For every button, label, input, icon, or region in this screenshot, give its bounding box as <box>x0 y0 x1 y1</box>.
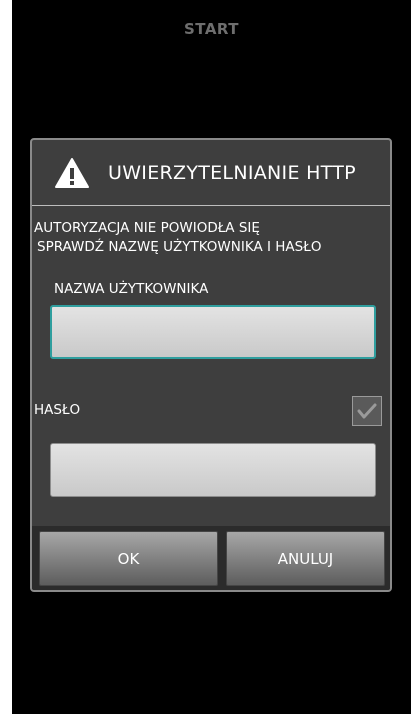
dialog-header: UWIERZYTELNIANIE HTTP <box>32 140 390 206</box>
warning-icon <box>55 157 89 188</box>
show-password-checkbox[interactable] <box>352 396 382 426</box>
screen-title: START <box>183 20 240 38</box>
cancel-button[interactable]: ANULUJ <box>226 531 385 586</box>
password-input[interactable] <box>50 443 376 497</box>
password-label: HASŁO <box>34 402 81 418</box>
ok-button[interactable]: OK <box>39 531 218 586</box>
username-input[interactable] <box>50 305 376 359</box>
error-message-line-2: SPRAWDŹ NAZWĘ UŻYTKOWNIKA I HASŁO <box>37 239 322 255</box>
checkmark-icon <box>357 403 377 419</box>
error-message-line-1: AUTORYZACJA NIE POWIODŁA SIĘ <box>34 220 260 236</box>
username-label: NAZWA UŻYTKOWNIKA <box>54 281 209 297</box>
dialog-button-bar: OK ANULUJ <box>32 526 390 590</box>
http-auth-dialog: UWIERZYTELNIANIE HTTP AUTORYZACJA NIE PO… <box>30 138 392 592</box>
device-screen: START UWIERZYTELNIANIE HTTP AUTORYZACJA … <box>12 0 411 714</box>
dialog-title: UWIERZYTELNIANIE HTTP <box>108 161 356 184</box>
